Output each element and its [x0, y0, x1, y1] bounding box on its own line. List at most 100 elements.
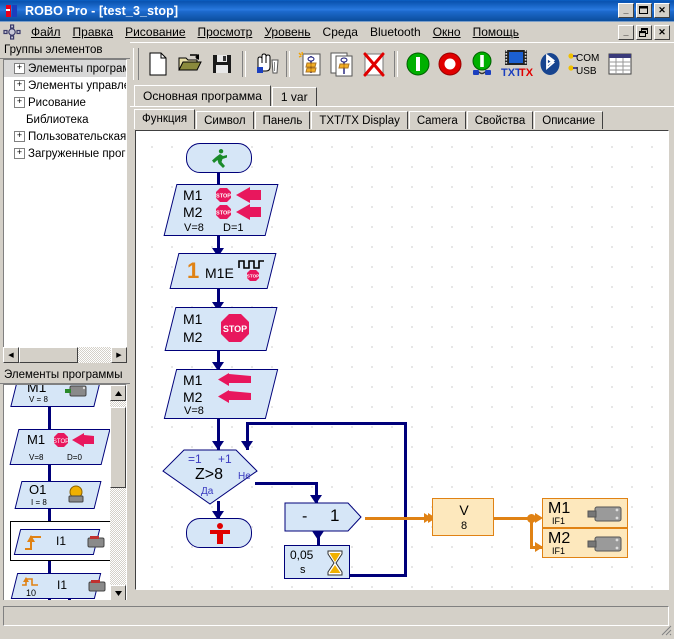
download-start-button[interactable] [467, 48, 497, 80]
tab-camera[interactable]: Camera [409, 111, 466, 129]
tree-item-downloaded[interactable]: + Загруженные прог [4, 145, 126, 162]
tab-txt-tx-display[interactable]: TXT/TX Display [311, 111, 408, 129]
elements-vertical-scrollbar[interactable] [110, 385, 126, 601]
scroll-track[interactable] [110, 401, 126, 585]
menu-item-file[interactable]: Файл [25, 23, 67, 41]
maximize-button[interactable] [636, 3, 652, 18]
palette-item-output[interactable]: O1 I = 8 [18, 481, 98, 509]
motor-output-m1[interactable]: M1 IF1 [542, 498, 628, 528]
decrement-node[interactable]: - 1 [284, 502, 366, 532]
menu-item-window[interactable]: Окно [427, 23, 467, 41]
tree-horizontal-scrollbar[interactable]: ◀ ▶ [3, 347, 127, 363]
mdi-minimize-button[interactable]: _ [618, 25, 634, 40]
node-label-minus: - [302, 508, 307, 526]
menu-item-bluetooth[interactable]: Bluetooth [364, 23, 427, 41]
element-groups-tree[interactable]: + Элементы программ + Элементы управле +… [3, 59, 127, 349]
new-file-button[interactable] [143, 48, 173, 80]
palette-item-title: O1 [29, 482, 46, 497]
node-label-v: V=8 [184, 405, 204, 417]
scroll-right-button[interactable]: ▶ [111, 347, 127, 363]
motor-stop-node-2[interactable]: M1 M2 STOP [170, 307, 272, 351]
node-label-m2: M2 [183, 389, 202, 405]
scroll-thumb[interactable] [19, 347, 78, 363]
mdi-document-icon[interactable] [3, 24, 21, 40]
expand-icon[interactable]: + [14, 63, 25, 74]
scroll-up-button[interactable] [110, 385, 126, 401]
scroll-down-button[interactable] [110, 585, 126, 601]
stop-button[interactable] [435, 48, 465, 80]
expand-icon[interactable]: + [14, 131, 25, 142]
node-label-variable-value: 8 [433, 520, 495, 532]
program-elements-header: Элементы программы [0, 367, 130, 384]
tree-item-program-elements[interactable]: + Элементы программ [4, 60, 126, 77]
open-folder-button[interactable] [175, 48, 205, 80]
delay-node[interactable]: 0,05 s [284, 545, 350, 579]
node-label-m1: M1 [183, 372, 202, 388]
palette-item-sub-right: D=0 [67, 453, 82, 462]
motor-stop-node[interactable]: M1 M2 V=8 D=1 STOP STOP [170, 184, 272, 236]
delete-subprogram-button[interactable] [359, 48, 389, 80]
bluetooth-button[interactable] [535, 48, 565, 80]
menu-item-help[interactable]: Помощь [467, 23, 525, 41]
expand-icon[interactable]: + [14, 148, 25, 159]
copy-subprogram-button[interactable] [327, 48, 357, 80]
start-node[interactable] [186, 143, 252, 173]
tab-main-program[interactable]: Основная программа [134, 85, 271, 106]
end-node[interactable] [186, 518, 252, 548]
hand-delete-button[interactable] [251, 48, 281, 80]
motor-output-m2[interactable]: M2 IF1 [542, 528, 628, 558]
palette-item-motor-speed[interactable]: M1 V = 8 [14, 384, 98, 407]
node-label-variable-name: V [433, 502, 495, 518]
minimize-button[interactable]: _ [618, 3, 634, 18]
lamp-icon [64, 484, 88, 504]
table-grid-button[interactable] [605, 48, 635, 80]
new-subprogram-button[interactable] [295, 48, 325, 80]
tab-symbol[interactable]: Символ [196, 111, 253, 129]
tab-panel[interactable]: Панель [255, 111, 311, 129]
scroll-track[interactable] [19, 347, 111, 363]
node-label-plus1: +1 [218, 452, 232, 466]
palette-item-wait-input[interactable]: I1 [10, 521, 114, 561]
variable-node[interactable]: V 8 [432, 498, 494, 536]
scroll-left-button[interactable]: ◀ [3, 347, 19, 363]
tree-item-drawing[interactable]: + Рисование [4, 94, 126, 111]
scroll-thumb[interactable] [110, 407, 126, 488]
save-button[interactable] [207, 48, 237, 80]
wire-loopback-top [246, 422, 407, 425]
expand-icon[interactable]: + [14, 80, 25, 91]
node-label-no: Не [238, 471, 251, 482]
motor-run-node[interactable]: M1 M2 V=8 [170, 369, 272, 419]
tree-item-library[interactable]: Библиотека [4, 111, 126, 128]
palette-item-motor-stop[interactable]: M1 V=8 D=0 STOP [14, 429, 106, 465]
menu-item-environment[interactable]: Среда [317, 23, 364, 41]
pulse-wait-node[interactable]: 1 M1E STOP [174, 253, 272, 289]
menu-item-edit[interactable]: Правка [67, 23, 120, 41]
palette-item-title: I1 [56, 534, 66, 548]
left-arrow-icon [218, 390, 252, 403]
flowchart-canvas[interactable]: M1 M2 V=8 D=1 STOP STOP [135, 130, 669, 590]
compare-branch-node[interactable]: =1 +1 Z>8 Не Да [162, 449, 258, 505]
node-label-count: 1 [187, 258, 199, 284]
palette-item-pulse-counter[interactable]: I1 10 [14, 573, 112, 602]
tree-item-control-elements[interactable]: + Элементы управле [4, 77, 126, 94]
tree-item-user[interactable]: + Пользовательская [4, 128, 126, 145]
tab-properties[interactable]: Свойства [467, 111, 534, 129]
mdi-close-button[interactable]: ✕ [654, 25, 670, 40]
program-elements-list[interactable]: M1 V = 8 M1 V=8 [3, 384, 127, 602]
com-usb-button[interactable]: COM USB [567, 48, 603, 80]
expand-icon[interactable]: + [14, 97, 25, 108]
tab-function[interactable]: Функция [134, 109, 195, 129]
wire-branch-no [255, 482, 318, 485]
toolbar-grip[interactable] [133, 48, 139, 80]
tab-description[interactable]: Описание [534, 111, 603, 129]
menu-item-draw[interactable]: Рисование [119, 23, 191, 41]
pulse-count-icon: 10 [20, 575, 48, 597]
menu-item-view[interactable]: Просмотр [192, 23, 259, 41]
menu-item-level[interactable]: Уровень [258, 23, 316, 41]
tab-1-var[interactable]: 1 var [272, 87, 317, 106]
resize-grip[interactable] [660, 624, 672, 636]
start-button[interactable] [403, 48, 433, 80]
txt-tx-display-button[interactable]: TXT TX [499, 48, 533, 80]
mdi-restore-button[interactable] [636, 25, 652, 40]
close-button[interactable]: ✕ [654, 3, 670, 18]
